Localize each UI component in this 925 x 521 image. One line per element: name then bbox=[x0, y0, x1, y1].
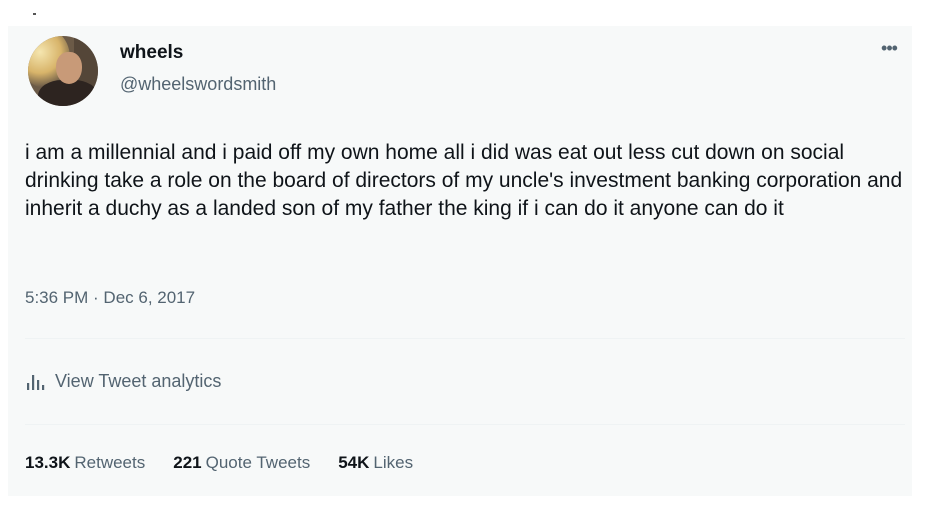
likes-label: Likes bbox=[373, 453, 414, 472]
avatar[interactable] bbox=[28, 36, 98, 106]
view-tweet-analytics-link[interactable]: View Tweet analytics bbox=[25, 368, 221, 394]
more-options-icon[interactable]: ••• bbox=[876, 38, 902, 58]
quote-tweets-stat[interactable]: 221 Quote Tweets bbox=[173, 453, 310, 473]
tweet-timestamp[interactable]: 5:36 PM · Dec 6, 2017 bbox=[25, 288, 195, 308]
author-display-name[interactable]: wheels bbox=[120, 42, 183, 64]
retweets-label: Retweets bbox=[74, 453, 146, 472]
screenshot-artifact bbox=[33, 13, 36, 15]
tweet-text: i am a millennial and i paid off my own … bbox=[25, 141, 903, 220]
engagement-stats: 13.3K Retweets 221 Quote Tweets 54K Likes bbox=[25, 453, 441, 473]
likes-count: 54K bbox=[338, 453, 370, 472]
likes-stat[interactable]: 54K Likes bbox=[338, 453, 413, 473]
bar-chart-icon bbox=[27, 375, 45, 390]
avatar-head bbox=[56, 52, 82, 84]
quote-tweets-label: Quote Tweets bbox=[205, 453, 311, 472]
retweets-stat[interactable]: 13.3K Retweets bbox=[25, 453, 145, 473]
quote-tweets-count: 221 bbox=[173, 453, 202, 472]
divider bbox=[25, 338, 905, 339]
author-handle[interactable]: @wheelswordsmith bbox=[120, 74, 276, 95]
tweet-card: wheels @wheelswordsmith ••• i am a mille… bbox=[8, 26, 912, 496]
retweets-count: 13.3K bbox=[25, 453, 71, 472]
divider bbox=[25, 424, 905, 425]
analytics-label: View Tweet analytics bbox=[55, 370, 222, 391]
